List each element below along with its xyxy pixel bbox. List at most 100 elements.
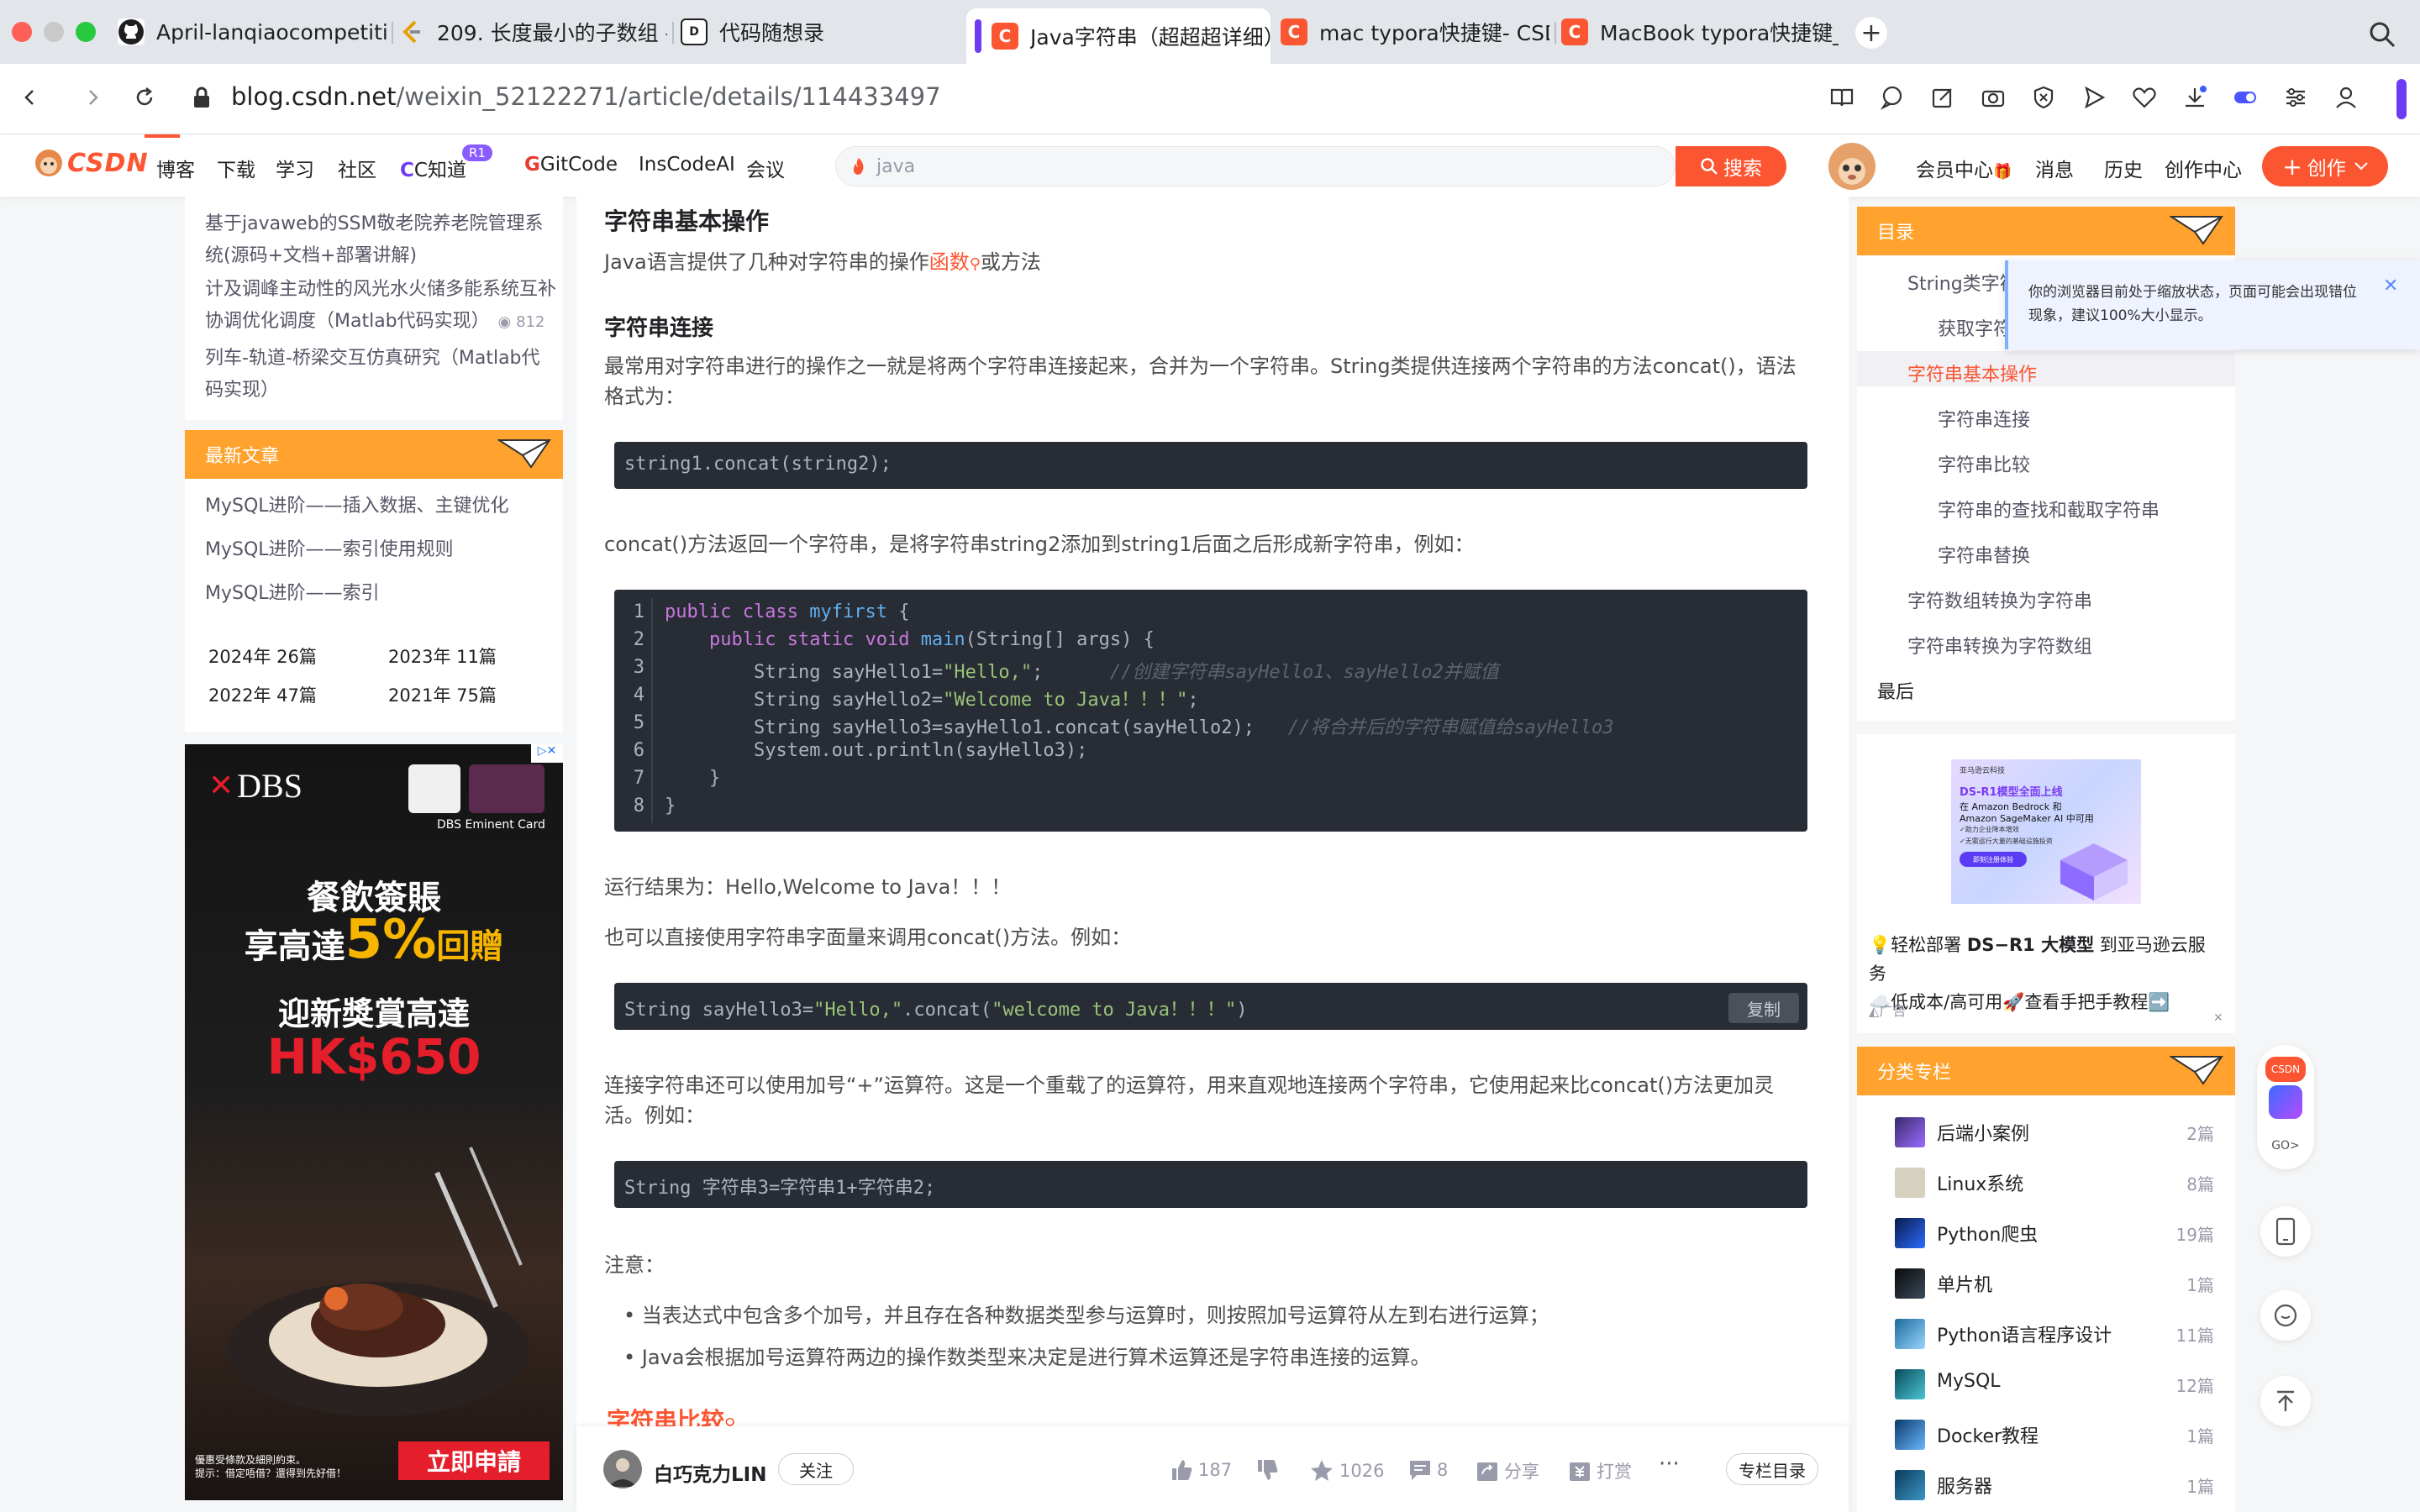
browser-tab[interactable]: 209. 长度最小的子数组 -	[398, 10, 667, 54]
nav-messages[interactable]: 消息	[2035, 154, 2074, 182]
edit-icon[interactable]	[1926, 81, 1960, 114]
toc-item[interactable]: 字符串替换	[1938, 541, 2030, 568]
reward-button[interactable]: 打赏	[1568, 1458, 1632, 1483]
follow-button[interactable]: 关注	[778, 1453, 854, 1485]
toc-item[interactable]: 字符串连接	[1938, 405, 2030, 432]
column-item[interactable]: 服务器 1篇	[1895, 1462, 2214, 1504]
feedback-button[interactable]	[2260, 1290, 2311, 1341]
csdn-logo[interactable]: CSDN	[34, 148, 149, 178]
nav-community[interactable]: 社区	[338, 154, 376, 182]
author-avatar[interactable]	[603, 1450, 642, 1488]
search-button[interactable]: 搜索	[1676, 146, 1786, 186]
search-tabs-icon[interactable]	[2368, 20, 2396, 49]
column-item[interactable]: Python爬虫 19篇	[1895, 1210, 2214, 1252]
column-item[interactable]: 后端小案例 2篇	[1895, 1109, 2214, 1151]
mobile-view-button[interactable]	[2260, 1206, 2311, 1257]
latest-article-item[interactable]: MySQL进阶——插入数据、主键优化	[205, 491, 558, 522]
browser-tab[interactable]: C MacBook typora快捷键_t	[1561, 10, 1839, 54]
create-button[interactable]: + 创作	[2262, 146, 2388, 186]
code-block[interactable]: String sayHello3="Hello,".concat("welcom…	[614, 983, 1807, 1030]
aws-ad-text[interactable]: 💡轻松部署 DS−R1 大模型 到亚马逊云服务 ☁️低成本/高可用🚀查看手把手教程…	[1869, 931, 2222, 1016]
ad-close-icon[interactable]: ✕	[2213, 1011, 2223, 1025]
column-item[interactable]: MySQL 12篇	[1895, 1361, 2214, 1403]
func-link[interactable]: 函数	[929, 250, 970, 274]
minimize-window-button[interactable]	[44, 22, 64, 42]
dislike-button[interactable]	[1255, 1458, 1279, 1482]
copy-button[interactable]: 复制	[1728, 993, 1799, 1023]
favorite-button[interactable]: 1026	[1309, 1458, 1384, 1483]
nav-inscode-ai[interactable]: InsCodeAI	[639, 154, 735, 176]
column-item[interactable]: Linux系统 8篇	[1895, 1159, 2214, 1201]
column-item[interactable]: 单片机 1篇	[1895, 1260, 2214, 1302]
comment-button[interactable]: 8	[1408, 1458, 1448, 1482]
camera-icon[interactable]	[1976, 81, 2010, 114]
browser-tab[interactable]: C mac typora快捷键- CSDN	[1281, 10, 1549, 54]
code-block[interactable]: string1.concat(string2);	[614, 442, 1807, 489]
nav-vip-center[interactable]: 会员中心🎁	[1916, 154, 2012, 182]
search-input[interactable]: java	[876, 156, 915, 177]
ad-choices-icon[interactable]: ▷✕	[531, 744, 563, 763]
download-icon[interactable]	[2178, 81, 2212, 114]
nav-download[interactable]: 下载	[217, 154, 255, 182]
floating-assistant[interactable]: CSDN GO>	[2257, 1045, 2314, 1169]
back-icon[interactable]	[13, 81, 47, 114]
ad-apply-button[interactable]: 立即申請	[398, 1441, 550, 1480]
reader-mode-icon[interactable]	[1825, 81, 1859, 114]
toc-item-active[interactable]: 字符串基本操作	[1907, 360, 2037, 386]
ai-chat-icon[interactable]	[1876, 81, 1909, 114]
archive-2021[interactable]: 2021年 75篇	[388, 682, 497, 707]
latest-article-item[interactable]: MySQL进阶——索引使用规则	[205, 534, 558, 566]
forward-icon[interactable]	[76, 81, 109, 114]
archive-2023[interactable]: 2023年 11篇	[388, 643, 497, 669]
settings-sliders-icon[interactable]	[2279, 81, 2312, 114]
new-tab-button[interactable]: +	[1855, 17, 1887, 49]
lock-icon[interactable]	[185, 81, 218, 114]
nav-gitcode[interactable]: GGitCode	[524, 154, 618, 176]
nav-meeting[interactable]: 会议	[746, 154, 785, 182]
column-item[interactable]: Docker教程 1篇	[1895, 1411, 2214, 1453]
recommend-item[interactable]: 列车-轨道-桥梁交互仿真研究（Matlab代码实现）	[205, 343, 558, 407]
code-block[interactable]: String 字符串3=字符串1+字符串2;	[614, 1161, 1807, 1208]
archive-2024[interactable]: 2024年 26篇	[208, 643, 317, 669]
nav-learn[interactable]: 学习	[276, 154, 314, 182]
shield-icon[interactable]	[2027, 81, 2060, 114]
close-icon[interactable]: ✕	[2383, 276, 2398, 297]
latest-article-item[interactable]: MySQL进阶——索引	[205, 578, 558, 610]
profile-icon[interactable]	[2329, 81, 2363, 114]
more-button[interactable]: ···	[1659, 1452, 1680, 1477]
column-item[interactable]: Python语言程序设计 11篇	[1895, 1310, 2214, 1352]
recommend-item[interactable]: 计及调峰主动性的风光水火储多能系统互补协调优化调度（Matlab代码实现） ◉ 8…	[205, 274, 558, 339]
zoom-window-button[interactable]	[76, 22, 96, 42]
code-block[interactable]: 1 2 3 4 5 6 7 8 public class myfirst { p…	[614, 590, 1807, 832]
user-avatar[interactable]	[1828, 143, 1876, 190]
toc-item[interactable]: 最后	[1877, 677, 1914, 704]
search-box[interactable]: java	[835, 146, 1676, 186]
back-to-top-button[interactable]	[2260, 1376, 2311, 1426]
toc-item[interactable]: 字符串转换为字符数组	[1907, 632, 2092, 659]
share-button[interactable]: 分享	[1476, 1458, 1539, 1483]
aws-ad-image[interactable]: 亚马逊云科技 DS-R1模型全面上线 在 Amazon Bedrock 和 Am…	[1951, 759, 2141, 904]
nav-creator-center[interactable]: 创作中心	[2165, 154, 2242, 182]
browser-tab[interactable]: D 代码随想录	[681, 10, 950, 54]
nav-c-zhidao[interactable]: CC知道	[400, 154, 466, 182]
toc-item[interactable]: 字符串的查找和截取字符串	[1938, 496, 2160, 522]
nav-history[interactable]: 历史	[2104, 154, 2143, 182]
url-field[interactable]: blog.csdn.net/weixin_52122271/article/de…	[231, 82, 941, 111]
author-name[interactable]: 白巧克力LIN	[654, 1458, 766, 1487]
send-icon[interactable]	[2077, 81, 2111, 114]
column-catalog-button[interactable]: 专栏目录	[1726, 1453, 1818, 1485]
sidebar-toggle[interactable]	[2396, 79, 2407, 119]
reload-icon[interactable]	[128, 81, 161, 114]
nav-blog[interactable]: 博客	[156, 154, 195, 182]
dbs-ad[interactable]: ✕ DBS DBS Eminent Card 餐飲簽賬 享高達5%回贈 迎新獎賞…	[185, 744, 563, 1500]
heart-icon[interactable]	[2128, 81, 2161, 114]
recommend-item[interactable]: 基于javaweb的SSM敬老院养老院管理系统(源码+文档+部署讲解)	[205, 208, 558, 272]
archive-2022[interactable]: 2022年 47篇	[208, 682, 317, 707]
browser-tab-active[interactable]: C Java字符串（超超超详细）	[966, 8, 1270, 64]
toc-item[interactable]: 字符串比较	[1938, 450, 2030, 477]
browser-tab[interactable]: April-lanqiaocompetition	[118, 10, 387, 54]
toc-item[interactable]: 字符数组转换为字符串	[1907, 586, 2092, 613]
vpn-toggle-icon[interactable]	[2228, 81, 2262, 114]
like-button[interactable]: 187	[1170, 1458, 1232, 1482]
close-window-button[interactable]	[12, 22, 32, 42]
